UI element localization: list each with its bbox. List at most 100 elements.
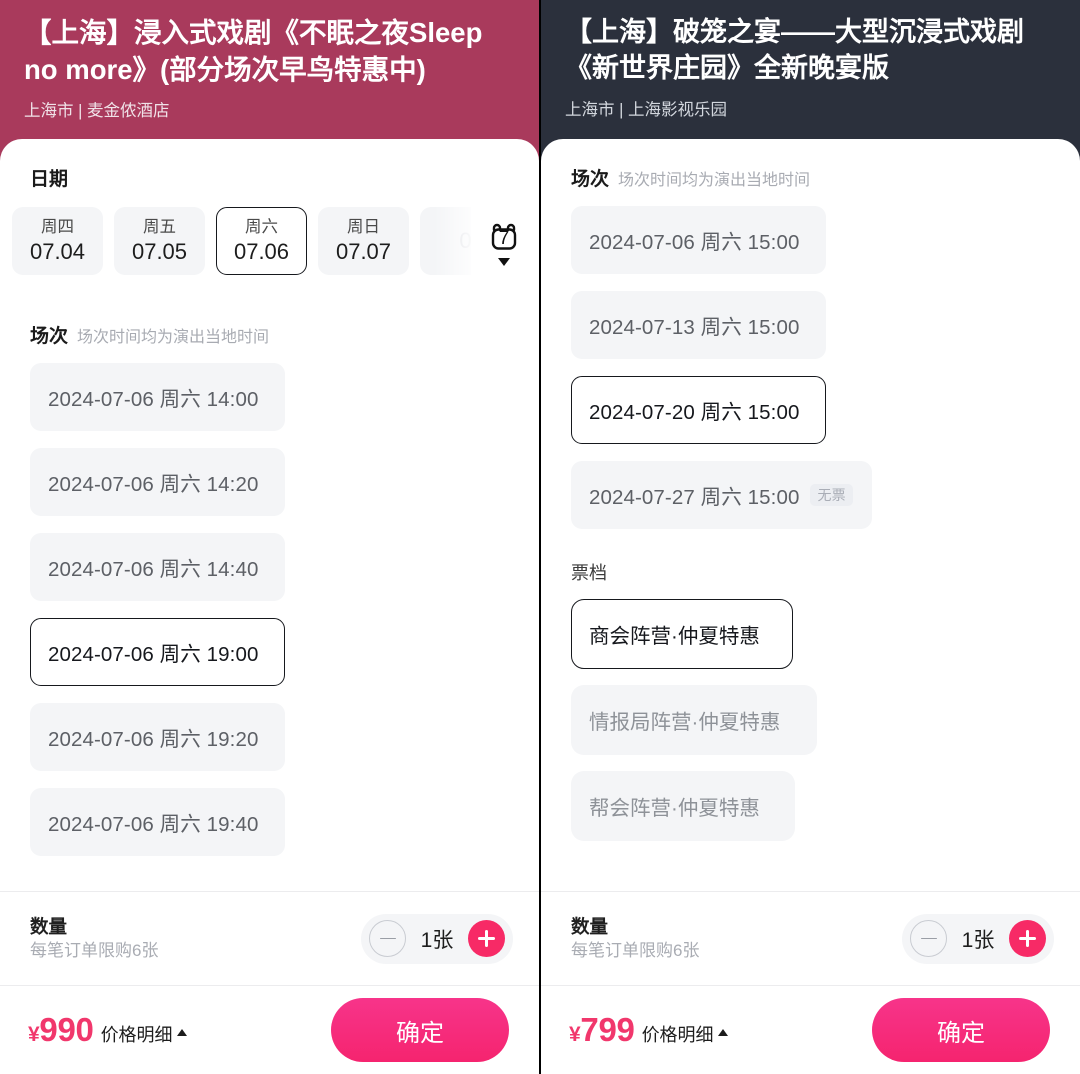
date-chip-day: 07.05 <box>131 238 188 264</box>
date-chip-selected[interactable]: 周六 07.06 <box>216 207 307 275</box>
calendar-icon: 7 <box>484 217 524 257</box>
right-panel: 【上海】破笼之宴——大型沉浸式戏剧《新世界庄园》全新晚宴版 上海市 | 上海影视… <box>541 0 1080 1074</box>
date-section-title: 日期 <box>0 164 539 191</box>
venue-label: 上海市 | 麦金侬酒店 <box>24 102 170 121</box>
price-area: ¥990 价格明细 <box>28 1011 187 1049</box>
session-chip[interactable]: 2024-07-06 周六 19:20 <box>30 703 285 771</box>
date-chip[interactable]: 周四 07.04 <box>12 207 103 275</box>
left-scroll-area[interactable]: 日期 周四 07.04 周五 07.05 周六 07.06 周日 07.07 0… <box>0 139 539 891</box>
session-chip[interactable]: 2024-07-06 周六 14:20 <box>30 448 285 516</box>
session-chip-label: 2024-07-20 周六 15:00 <box>589 401 800 424</box>
session-chip[interactable]: 2024-07-06 周六 15:00 <box>571 206 826 274</box>
session-chip[interactable]: 2024-07-13 周六 15:00 <box>571 291 826 359</box>
tier-chip-label: 情报局阵营·仲夏特惠 <box>589 711 781 734</box>
session-chip-label: 2024-07-06 周六 19:00 <box>48 643 259 666</box>
quantity-stepper: 1张 <box>361 913 513 964</box>
quantity-value: 1张 <box>420 928 454 952</box>
decrease-quantity-button[interactable] <box>910 920 947 957</box>
session-chip-label: 2024-07-06 周六 14:40 <box>48 558 259 581</box>
quantity-label: 数量 <box>30 915 68 937</box>
chevron-down-icon <box>498 257 510 266</box>
calendar-picker-button[interactable]: 7 <box>477 210 531 272</box>
session-chip-label: 2024-07-06 周六 14:00 <box>48 388 259 411</box>
left-panel: 【上海】浸入式戏剧《不眠之夜Sleep no more》(部分场次早鸟特惠中) … <box>0 0 539 1074</box>
right-event-header: 【上海】破笼之宴——大型沉浸式戏剧《新世界庄园》全新晚宴版 上海市 | 上海影视… <box>541 0 1080 139</box>
quantity-labels: 数量 每笔订单限购6张 <box>571 915 699 963</box>
left-booking-sheet: 日期 周四 07.04 周五 07.05 周六 07.06 周日 07.07 0… <box>0 139 539 1074</box>
date-chip-day: 07.04 <box>29 238 86 264</box>
session-section-title: 场次 场次时间均为演出当地时间 <box>0 321 539 348</box>
date-chip-weekday: 周五 <box>143 217 176 236</box>
session-chip[interactable]: 2024-07-06 周六 19:40 <box>30 788 285 856</box>
date-chip-strip[interactable]: 周四 07.04 周五 07.05 周六 07.06 周日 07.07 0 <box>12 207 471 275</box>
session-section-hint: 场次时间均为演出当地时间 <box>77 329 270 346</box>
session-chip-label: 2024-07-13 周六 15:00 <box>589 316 800 339</box>
payment-bar: ¥799 价格明细 确定 <box>541 985 1080 1074</box>
date-chip-day: 07.06 <box>233 238 290 264</box>
price-detail-label: 价格明细 <box>100 1025 173 1045</box>
price-area: ¥799 价格明细 <box>569 1011 728 1049</box>
tier-section-title: 票档 <box>541 559 1080 585</box>
date-chip-weekday: 周四 <box>41 217 74 236</box>
date-selector-row: 周四 07.04 周五 07.05 周六 07.06 周日 07.07 0 7 <box>0 207 539 275</box>
price-amount: 990 <box>39 1011 94 1048</box>
quantity-value: 1张 <box>961 928 995 952</box>
price-amount: 799 <box>580 1011 635 1048</box>
session-chip-label: 2024-07-06 周六 15:00 <box>589 231 800 254</box>
quantity-stepper: 1张 <box>902 913 1054 964</box>
session-section-label: 场次 <box>30 326 69 347</box>
quantity-limit-note: 每笔订单限购6张 <box>571 940 700 960</box>
currency-symbol: ¥ <box>28 1023 40 1046</box>
quantity-labels: 数量 每笔订单限购6张 <box>30 915 158 963</box>
price-detail-toggle[interactable]: 价格明细 <box>642 1021 728 1047</box>
confirm-button[interactable]: 确定 <box>872 998 1050 1062</box>
session-chip[interactable]: 2024-07-06 周六 14:00 <box>30 363 285 431</box>
date-chip-partial[interactable]: 0 <box>420 207 471 275</box>
page-title: 【上海】破笼之宴——大型沉浸式戏剧《新世界庄园》全新晚宴版 <box>565 17 1024 84</box>
dual-panel-screenshot: 【上海】浸入式戏剧《不眠之夜Sleep no more》(部分场次早鸟特惠中) … <box>0 0 1080 1074</box>
tier-chip-selected[interactable]: 商会阵营·仲夏特惠 <box>571 599 793 669</box>
confirm-button[interactable]: 确定 <box>331 998 509 1062</box>
session-chip-label: 2024-07-06 周六 19:40 <box>48 813 259 836</box>
tier-chip[interactable]: 情报局阵营·仲夏特惠 <box>571 685 817 755</box>
quantity-bar: 数量 每笔订单限购6张 1张 <box>541 891 1080 985</box>
right-scroll-area[interactable]: 场次 场次时间均为演出当地时间 2024-07-06 周六 15:00 2024… <box>541 139 1080 891</box>
tier-chip[interactable]: 帮会阵营·仲夏特惠 <box>571 771 795 841</box>
price-value: ¥990 <box>28 1011 94 1049</box>
increase-quantity-button[interactable] <box>468 920 505 957</box>
left-event-header: 【上海】浸入式戏剧《不眠之夜Sleep no more》(部分场次早鸟特惠中) … <box>0 0 539 139</box>
session-chip-label: 2024-07-06 周六 14:20 <box>48 473 259 496</box>
quantity-label: 数量 <box>571 915 609 937</box>
quantity-limit-note: 每笔订单限购6张 <box>30 940 159 960</box>
session-chip-list: 2024-07-06 周六 15:00 2024-07-13 周六 15:00 … <box>541 206 1080 529</box>
status-badge: 无票 <box>810 484 853 506</box>
decrease-quantity-button[interactable] <box>369 920 406 957</box>
currency-symbol: ¥ <box>569 1023 581 1046</box>
chevron-up-icon <box>176 1028 187 1036</box>
payment-bar: ¥990 价格明细 确定 <box>0 985 539 1074</box>
session-chip-label: 2024-07-06 周六 19:20 <box>48 728 259 751</box>
session-chip-selected[interactable]: 2024-07-20 周六 15:00 <box>571 376 826 444</box>
increase-quantity-button[interactable] <box>1009 920 1046 957</box>
price-detail-toggle[interactable]: 价格明细 <box>101 1021 187 1047</box>
session-section-label: 场次 <box>571 169 610 190</box>
chevron-up-icon <box>717 1028 728 1036</box>
tier-section-label: 票档 <box>571 563 607 583</box>
date-chip[interactable]: 周日 07.07 <box>318 207 409 275</box>
date-chip-day: 0 <box>459 228 471 254</box>
tier-chip-label: 商会阵营·仲夏特惠 <box>589 625 760 648</box>
price-value: ¥799 <box>569 1011 635 1049</box>
quantity-bar: 数量 每笔订单限购6张 1张 <box>0 891 539 985</box>
session-section-hint: 场次时间均为演出当地时间 <box>618 172 811 189</box>
date-chip-weekday: 周日 <box>347 217 380 236</box>
session-chip-soldout[interactable]: 2024-07-27 周六 15:00 无票 <box>571 461 872 529</box>
venue-label: 上海市 | 上海影视乐园 <box>565 100 727 119</box>
date-chip-day: 07.07 <box>335 238 392 264</box>
session-chip[interactable]: 2024-07-06 周六 14:40 <box>30 533 285 601</box>
date-section-label: 日期 <box>30 169 69 190</box>
page-title: 【上海】浸入式戏剧《不眠之夜Sleep no more》(部分场次早鸟特惠中) <box>24 17 483 86</box>
date-chip[interactable]: 周五 07.05 <box>114 207 205 275</box>
session-chip-selected[interactable]: 2024-07-06 周六 19:00 <box>30 618 285 686</box>
tier-chip-list: 商会阵营·仲夏特惠 情报局阵营·仲夏特惠 帮会阵营·仲夏特惠 <box>541 599 1080 841</box>
right-booking-sheet: 场次 场次时间均为演出当地时间 2024-07-06 周六 15:00 2024… <box>541 139 1080 1074</box>
